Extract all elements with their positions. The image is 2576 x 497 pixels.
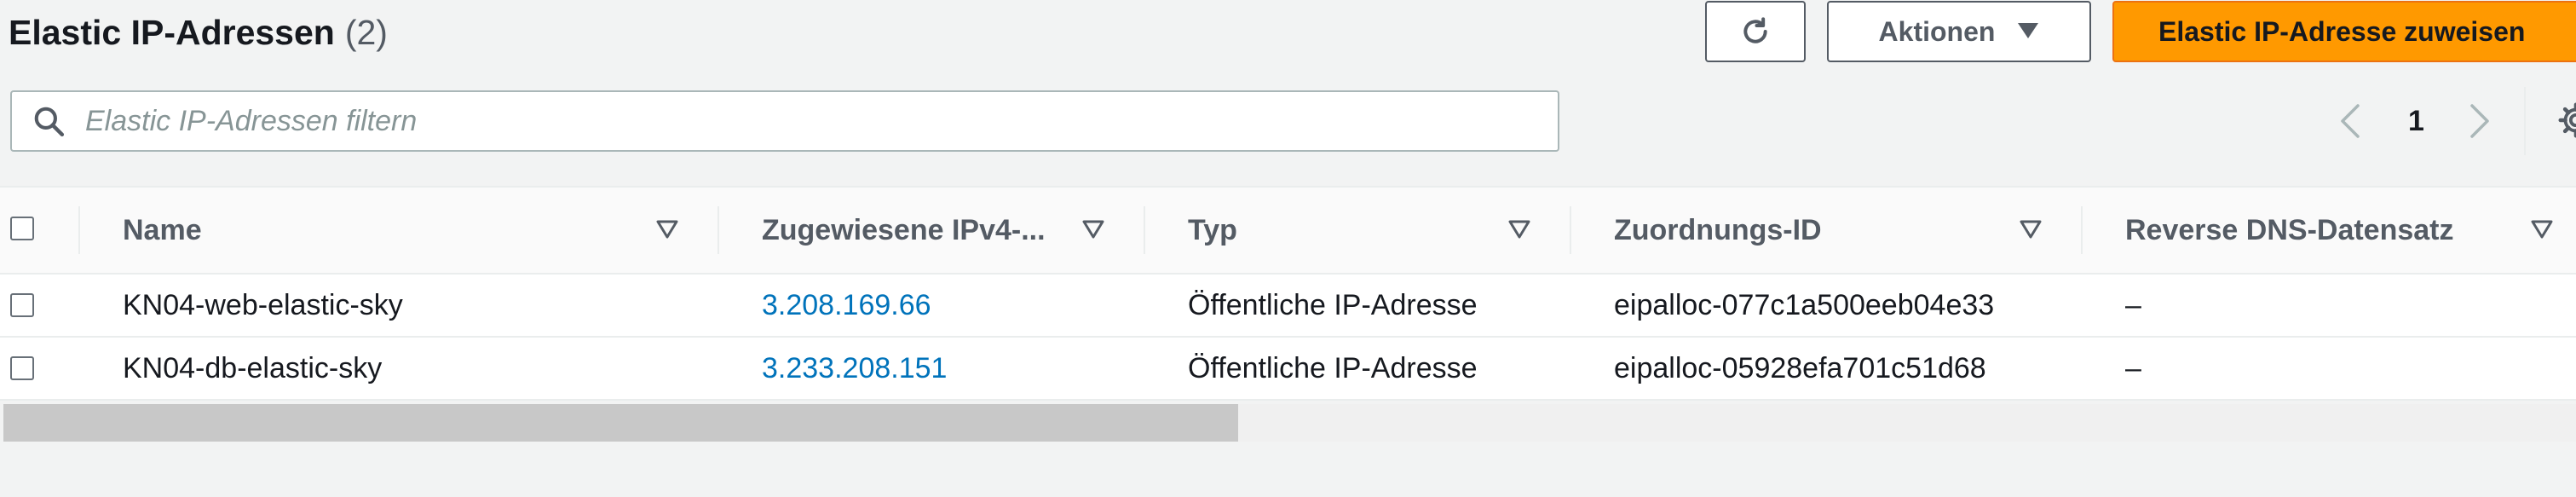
caret-down-icon: [2017, 19, 2039, 45]
cell-allocation-id: eipalloc-077c1a500eeb04e33: [1614, 288, 1995, 321]
table-row[interactable]: KN04-db-elastic-sky 3.233.208.151 Öffent…: [0, 338, 2576, 401]
refresh-button[interactable]: [1705, 1, 1806, 62]
cell-name: KN04-web-elastic-sky: [123, 288, 403, 321]
sort-caret-icon[interactable]: [2020, 220, 2042, 239]
sort-caret-icon[interactable]: [656, 220, 678, 239]
sort-caret-icon[interactable]: [2531, 220, 2553, 239]
settings-button[interactable]: [2556, 101, 2576, 144]
current-page-number[interactable]: 1: [2408, 95, 2424, 147]
refresh-icon: [1743, 17, 1767, 43]
cell-reverse-dns: –: [2125, 288, 2141, 321]
page-title-text: Elastic IP-Adressen: [9, 13, 335, 52]
sort-caret-icon[interactable]: [1082, 220, 1104, 239]
column-divider: [1570, 206, 1571, 254]
cell-type: Öffentliche IP-Adresse: [1188, 288, 1478, 321]
column-divider: [2081, 206, 2083, 254]
cell-name: KN04-db-elastic-sky: [123, 351, 383, 384]
search-icon: [34, 107, 65, 137]
chevron-left-icon: [2341, 104, 2360, 138]
previous-page-button[interactable]: [2337, 95, 2363, 147]
actions-label: Aktionen: [1878, 15, 1996, 47]
scrollbar-thumb[interactable]: [3, 404, 1238, 442]
row-checkbox[interactable]: [10, 356, 34, 380]
allocate-elastic-ip-button[interactable]: Elastic IP-Adresse zuweisen: [2112, 1, 2576, 62]
row-checkbox[interactable]: [10, 293, 34, 317]
column-header-allocation-id[interactable]: Zuordnungs-ID: [1614, 188, 1822, 273]
cell-ipv4-link[interactable]: 3.208.169.66: [762, 275, 931, 336]
column-divider: [78, 206, 80, 254]
cell-allocation-id: eipalloc-05928efa701c51d68: [1614, 351, 1986, 384]
table-row[interactable]: KN04-web-elastic-sky 3.208.169.66 Öffent…: [0, 275, 2576, 338]
column-header-name[interactable]: Name: [123, 188, 202, 273]
pagination-divider: [2524, 87, 2526, 155]
gear-icon: [2558, 102, 2576, 138]
column-header-reverse-dns[interactable]: Reverse DNS-Datensatz: [2125, 188, 2454, 273]
filter-input[interactable]: [84, 103, 1450, 139]
allocate-label: Elastic IP-Adresse zuweisen: [2158, 15, 2526, 47]
actions-dropdown-button[interactable]: Aktionen: [1827, 1, 2091, 62]
filter-box[interactable]: [10, 90, 1559, 152]
column-header-ipv4[interactable]: Zugewiesene IPv4-...: [762, 188, 1046, 273]
page-title: Elastic IP-Adressen (2): [9, 10, 388, 55]
elastic-ip-table: Name Zugewiesene IPv4-... Typ Zuordnungs…: [0, 186, 2576, 401]
item-count: (2): [344, 13, 388, 52]
cell-reverse-dns: –: [2125, 351, 2141, 384]
column-divider: [717, 206, 719, 254]
next-page-button[interactable]: [2467, 95, 2492, 147]
cell-ipv4-link[interactable]: 3.233.208.151: [762, 338, 947, 399]
column-divider: [1144, 206, 1145, 254]
chevron-right-icon: [2470, 104, 2489, 138]
select-all-checkbox[interactable]: [10, 217, 34, 240]
sort-caret-icon[interactable]: [1508, 220, 1530, 239]
column-header-type[interactable]: Typ: [1188, 188, 1237, 273]
cell-type: Öffentliche IP-Adresse: [1188, 351, 1478, 384]
table-header: Name Zugewiesene IPv4-... Typ Zuordnungs…: [0, 186, 2576, 275]
